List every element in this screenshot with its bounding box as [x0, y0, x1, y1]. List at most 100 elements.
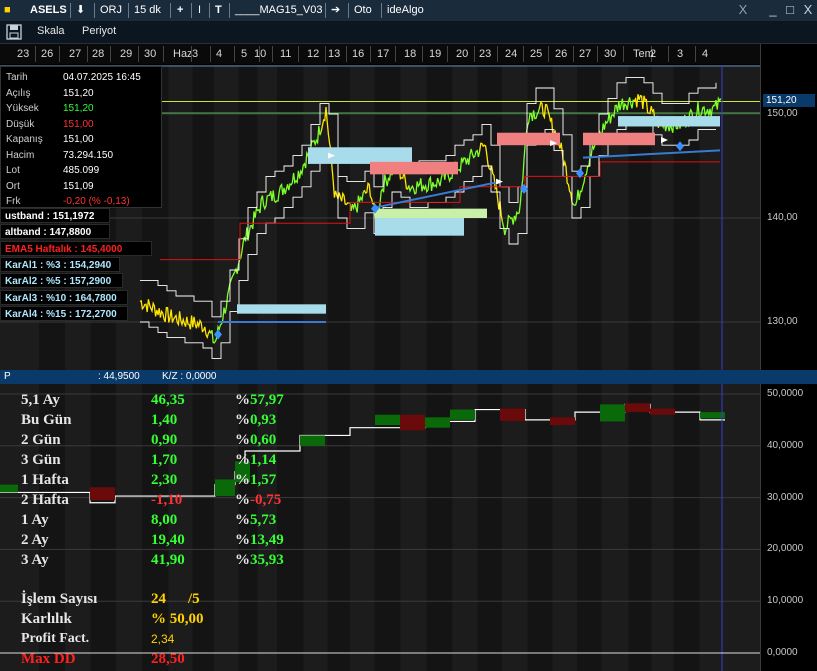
date-divider — [422, 46, 423, 62]
separator — [170, 3, 171, 18]
date-divider — [272, 46, 273, 62]
target-box — [237, 304, 326, 314]
day-band — [552, 384, 577, 671]
title-bar: ■ ASELS ⬇ ORJ 15 dk + I T ____MAG15_V03 … — [0, 0, 817, 22]
info-row: Tarih 04.07.2025 16:45 — [1, 70, 161, 85]
current-price-badge: 151,20 — [763, 94, 815, 107]
day-band — [651, 384, 674, 671]
trade-block — [215, 479, 235, 497]
date-label: 23 — [17, 48, 30, 60]
price-axis: 151,20 150,00 140,00 130,00 — [760, 44, 817, 370]
separator — [348, 3, 349, 18]
save-icon[interactable] — [6, 24, 22, 40]
trade-block — [650, 408, 675, 415]
app-icon: ■ — [4, 4, 11, 16]
day-band — [699, 384, 760, 671]
data-source-button[interactable]: ORJ — [100, 3, 122, 18]
date-divider — [548, 46, 549, 62]
indicator-legend: ustband : 151,1972 altband : 147,8800 EMA5… — [0, 208, 160, 321]
panel-label: P — [4, 371, 11, 382]
minimize-button[interactable]: _ — [764, 1, 782, 19]
scale-menu[interactable]: Skala — [37, 24, 65, 39]
day-band — [238, 384, 258, 671]
date-divider — [668, 46, 669, 62]
date-divider — [162, 46, 164, 62]
date-label: Haz — [173, 48, 193, 60]
trade-block — [300, 435, 325, 446]
target-box — [583, 132, 655, 146]
toolbar: Skala Periyot — [0, 21, 817, 44]
info-value: 151,00 — [63, 118, 94, 130]
panel-value: : 44,9500 — [98, 371, 140, 382]
day-band — [257, 384, 277, 671]
info-key: Lot — [6, 165, 20, 176]
date-label: 23 — [479, 48, 492, 60]
info-value: 151,20 — [63, 103, 94, 114]
date-label: 11 — [280, 48, 292, 60]
info-row: Kapanış 151,00 — [1, 132, 161, 147]
close-tab-icon[interactable]: X — [734, 1, 752, 19]
date-divider — [523, 46, 524, 62]
date-label: 27 — [579, 48, 592, 60]
profit-loss-value: K/Z : 0,0000 — [162, 371, 217, 382]
day-band — [214, 384, 239, 671]
auto-button[interactable]: Oto — [354, 3, 372, 18]
cursor-icon[interactable]: I — [198, 3, 201, 18]
equity-tick: 40,0000 — [767, 439, 804, 451]
info-row: Hacim 73.294.150 — [1, 148, 161, 163]
date-divider — [474, 46, 475, 62]
date-label: 30 — [144, 48, 157, 60]
info-key: Ort — [6, 180, 20, 192]
separator — [209, 3, 210, 18]
info-value: -0,20 (% -0,13) — [63, 196, 130, 207]
date-label: 29 — [120, 48, 133, 60]
info-key: Yüksek — [6, 103, 39, 114]
date-label: 25 — [530, 48, 543, 60]
indicator-legend-item: KarAl1 : %3 : 154,2940 — [0, 256, 120, 272]
date-divider — [210, 46, 211, 62]
ohlc-info-panel: Tarih 04.07.2025 16:45 Açılış 151,20 Yüksek 1… — [0, 66, 162, 208]
forward-arrow-icon[interactable]: ➔ — [331, 3, 340, 18]
info-value: 04.07.2025 16:45 — [63, 72, 141, 83]
date-label: 27 — [69, 48, 82, 60]
date-label: 4 — [216, 48, 223, 60]
period-button[interactable]: 15 dk — [134, 3, 161, 18]
separator — [191, 3, 192, 18]
day-band — [39, 384, 65, 671]
info-row: Ort 151,09 — [1, 179, 161, 194]
info-value: 485.099 — [63, 165, 100, 176]
trade-block — [700, 412, 725, 419]
target-box — [618, 116, 720, 127]
download-icon[interactable]: ⬇ — [76, 3, 85, 18]
date-label: 13 — [328, 48, 341, 60]
date-divider — [695, 46, 696, 62]
day-band — [303, 384, 328, 671]
date-label: 26 — [41, 48, 54, 60]
day-band — [673, 384, 700, 671]
date-label: 17 — [377, 48, 390, 60]
date-divider — [395, 46, 396, 62]
date-divider — [622, 46, 624, 62]
restore-button[interactable]: □ — [781, 1, 799, 19]
system-name-button[interactable]: ____MAG15_V03 — [235, 3, 322, 18]
close-button[interactable]: X — [799, 1, 817, 19]
trade-block — [235, 461, 250, 483]
symbol-label[interactable]: ASELS — [30, 3, 67, 18]
date-divider — [138, 46, 139, 62]
text-tool-icon[interactable]: T — [215, 3, 222, 18]
indicator-legend-item: EMA5 Haftalık : 145,4000 — [0, 240, 152, 256]
equity-tick: 0,0000 — [767, 647, 798, 658]
info-key: Düşük — [6, 118, 35, 130]
add-icon[interactable]: + — [177, 3, 183, 18]
target-box — [375, 218, 464, 236]
trade-block — [0, 484, 18, 493]
date-label: 4 — [702, 48, 709, 60]
period-menu[interactable]: Periyot — [82, 24, 116, 39]
info-key: Kapanış — [6, 134, 43, 145]
separator — [381, 3, 382, 18]
date-label: 10 — [254, 48, 267, 60]
indicator-legend-item: KarAl4 : %15 : 172,2700 — [0, 305, 128, 321]
date-divider — [234, 46, 235, 62]
equity-chart[interactable] — [0, 384, 760, 671]
date-label: 30 — [604, 48, 617, 60]
